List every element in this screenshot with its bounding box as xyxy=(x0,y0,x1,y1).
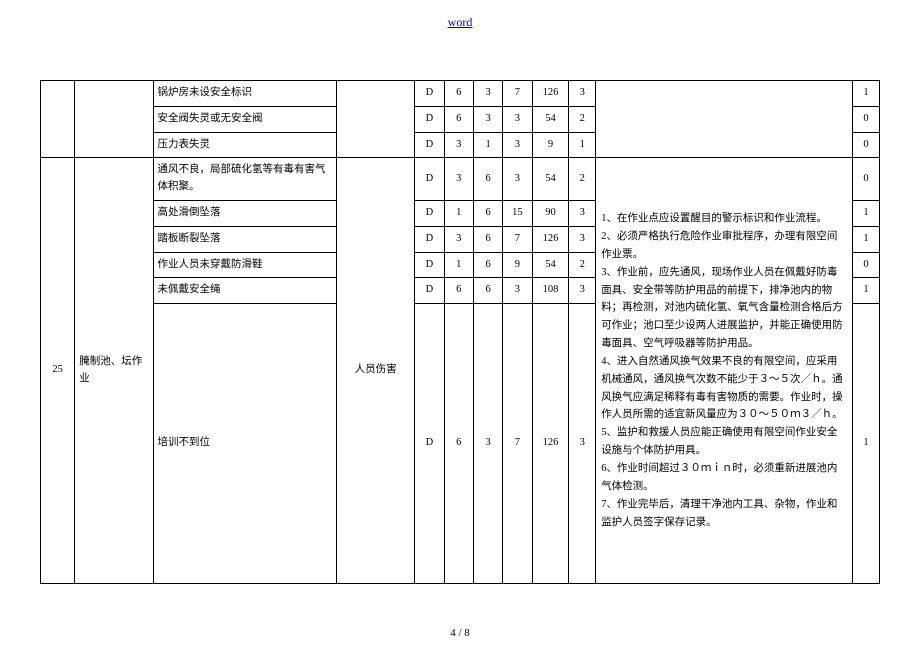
cell-last: 1 xyxy=(853,226,880,252)
cell-item: 腌制池、坛作业 xyxy=(75,158,153,584)
cell-n5: 2 xyxy=(569,106,596,132)
table-row: 锅炉房未设安全标识 D 6 3 7 126 3 1 xyxy=(41,81,880,107)
cell-cause xyxy=(336,81,414,158)
cell-n1: 1 xyxy=(444,252,473,278)
cell-n3: 3 xyxy=(503,132,532,158)
cell-n3: 7 xyxy=(503,226,532,252)
cell-d: D xyxy=(415,252,444,278)
cell-n2: 6 xyxy=(473,226,502,252)
page-number: 4 / 8 xyxy=(450,627,470,639)
cell-n5: 3 xyxy=(569,304,596,584)
cell-n5: 1 xyxy=(569,132,596,158)
cell-n3: 3 xyxy=(503,158,532,201)
cell-n2: 6 xyxy=(473,200,502,226)
cell-n2: 6 xyxy=(473,158,502,201)
cell-d: D xyxy=(415,200,444,226)
cell-cause: 人员伤害 xyxy=(336,158,414,584)
cell-n3: 15 xyxy=(503,200,532,226)
cell-n4: 126 xyxy=(532,81,569,107)
cell-n1: 1 xyxy=(444,200,473,226)
cell-n1: 3 xyxy=(444,226,473,252)
table-row: 25 腌制池、坛作业 通风不良，局部硫化氢等有毒有害气体积聚。 人员伤害 D 3… xyxy=(41,158,880,201)
cell-seq xyxy=(41,81,75,158)
cell-n2: 1 xyxy=(473,132,502,158)
cell-desc: 通风不良，局部硫化氢等有毒有害气体积聚。 xyxy=(153,158,336,201)
cell-n2: 6 xyxy=(473,278,502,304)
cell-desc: 锅炉房未设安全标识 xyxy=(153,81,336,107)
cell-n4: 126 xyxy=(532,226,569,252)
cell-n5: 3 xyxy=(569,278,596,304)
cell-d: D xyxy=(415,278,444,304)
cell-n4: 54 xyxy=(532,106,569,132)
cell-d: D xyxy=(415,132,444,158)
cell-n1: 3 xyxy=(444,158,473,201)
cell-desc: 高处滑倒坠落 xyxy=(153,200,336,226)
cell-n2: 6 xyxy=(473,252,502,278)
cell-n4: 54 xyxy=(532,158,569,201)
cell-last: 0 xyxy=(853,106,880,132)
cell-measure: 1、在作业点应设置醒目的警示标识和作业流程。2、必须严格执行危险作业审批程序，办… xyxy=(596,158,853,584)
cell-n5: 3 xyxy=(569,226,596,252)
cell-n1: 6 xyxy=(444,81,473,107)
cell-desc: 安全阀失灵或无安全阀 xyxy=(153,106,336,132)
cell-desc: 踏板断裂坠落 xyxy=(153,226,336,252)
cell-n3: 3 xyxy=(503,106,532,132)
cell-d: D xyxy=(415,158,444,201)
cell-n4: 90 xyxy=(532,200,569,226)
cell-last: 0 xyxy=(853,158,880,201)
cell-n2: 3 xyxy=(473,304,502,584)
cell-last: 1 xyxy=(853,81,880,107)
cell-desc: 作业人员未穿戴防滑鞋 xyxy=(153,252,336,278)
cell-last: 0 xyxy=(853,252,880,278)
cell-measure xyxy=(596,81,853,158)
cell-n2: 3 xyxy=(473,106,502,132)
risk-table: 锅炉房未设安全标识 D 6 3 7 126 3 1 安全阀失灵或无安全阀 D 6… xyxy=(40,80,880,584)
cell-d: D xyxy=(415,304,444,584)
cell-last: 0 xyxy=(853,132,880,158)
cell-n5: 3 xyxy=(569,81,596,107)
cell-desc: 未佩戴安全绳 xyxy=(153,278,336,304)
cell-n1: 6 xyxy=(444,106,473,132)
cell-n1: 6 xyxy=(444,304,473,584)
cell-n4: 54 xyxy=(532,252,569,278)
cell-item xyxy=(75,81,153,158)
cell-n5: 2 xyxy=(569,158,596,201)
cell-last: 1 xyxy=(853,304,880,584)
cell-n3: 7 xyxy=(503,81,532,107)
cell-n3: 7 xyxy=(503,304,532,584)
header-link: word xyxy=(40,15,880,30)
cell-desc: 压力表失灵 xyxy=(153,132,336,158)
cell-n1: 3 xyxy=(444,132,473,158)
cell-n5: 3 xyxy=(569,200,596,226)
header-link-text[interactable]: word xyxy=(448,15,473,29)
cell-n4: 9 xyxy=(532,132,569,158)
cell-d: D xyxy=(415,106,444,132)
cell-last: 1 xyxy=(853,200,880,226)
cell-seq: 25 xyxy=(41,158,75,584)
cell-last: 1 xyxy=(853,278,880,304)
cell-n4: 108 xyxy=(532,278,569,304)
cell-n3: 9 xyxy=(503,252,532,278)
cell-desc: 培训不到位 xyxy=(153,304,336,584)
cell-n2: 3 xyxy=(473,81,502,107)
cell-d: D xyxy=(415,81,444,107)
cell-n4: 126 xyxy=(532,304,569,584)
cell-n1: 6 xyxy=(444,278,473,304)
cell-n3: 3 xyxy=(503,278,532,304)
cell-d: D xyxy=(415,226,444,252)
cell-n5: 2 xyxy=(569,252,596,278)
page-footer: 4 / 8 xyxy=(0,627,920,639)
